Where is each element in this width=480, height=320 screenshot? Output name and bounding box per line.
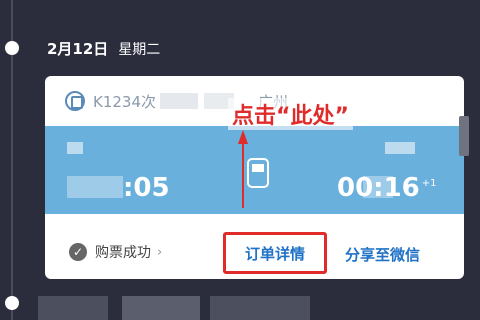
share-wechat-button[interactable]: 分享至微信	[345, 244, 420, 265]
annotation-arrow-icon	[238, 130, 248, 208]
train-station-icon	[65, 91, 85, 111]
departure-time: :05	[123, 173, 170, 203]
date-header: 2月12日 星期二	[47, 38, 160, 59]
annotation-label: 点击“此处”	[228, 98, 353, 130]
train-number: K1234次	[93, 92, 157, 111]
arrival-day-offset: +1	[421, 178, 437, 190]
blurred-text	[385, 142, 415, 154]
date-label: 2月12日	[47, 40, 109, 58]
chevron-right-icon: ›	[157, 244, 163, 260]
blurred-text	[38, 296, 108, 320]
blurred-text	[210, 296, 310, 320]
purchase-status[interactable]: ✓ 购票成功 ›	[69, 242, 162, 262]
ticket-times-band: :05 00:16 +1	[45, 126, 464, 214]
status-label: 购票成功	[95, 245, 151, 261]
blurred-text	[122, 296, 200, 320]
blurred-text	[160, 93, 199, 109]
ticket-card-footer: ✓ 购票成功 › 订单详情 分享至微信	[45, 226, 464, 278]
train-icon	[247, 158, 269, 188]
order-detail-button[interactable]: 订单详情	[223, 232, 327, 274]
timeline-dot	[5, 41, 19, 55]
timeline-dot	[5, 296, 19, 310]
blurred-text	[67, 142, 83, 154]
arrival-time: 00:16 +1	[337, 173, 437, 203]
blurred-text	[67, 176, 123, 198]
check-icon: ✓	[69, 243, 87, 261]
arrival-time-value: 00:16	[337, 173, 420, 203]
weekday-label: 星期二	[118, 42, 161, 58]
scrollbar[interactable]	[459, 116, 469, 156]
